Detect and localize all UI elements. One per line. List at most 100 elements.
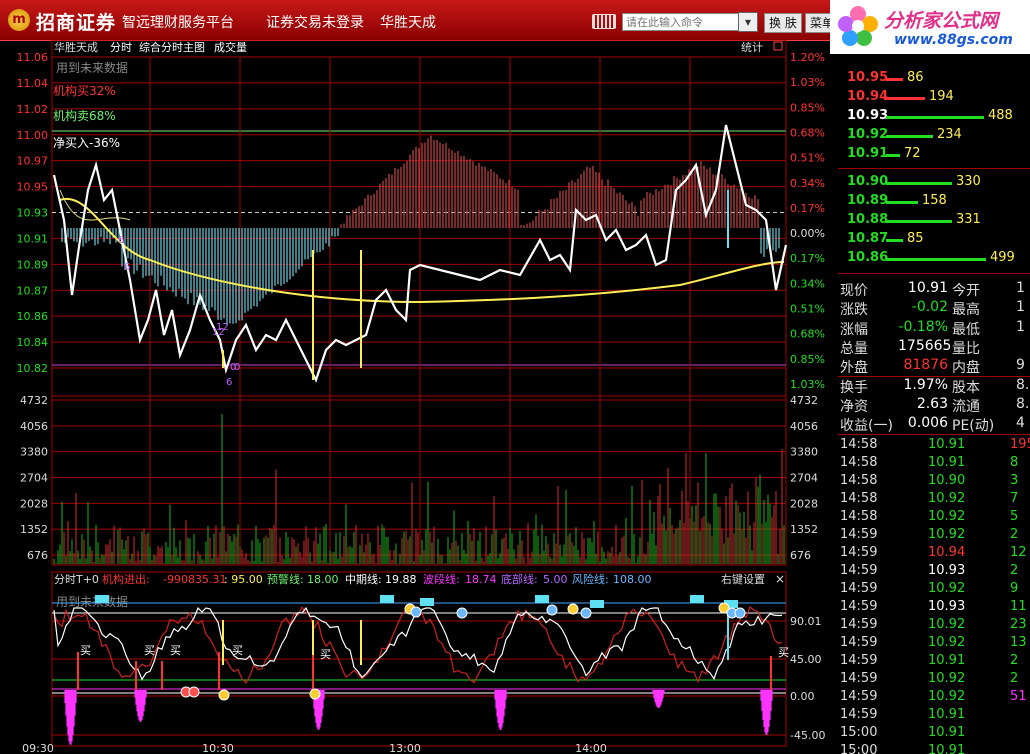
- quote-label: PE(动): [952, 418, 995, 434]
- right-click-settings-button[interactable]: 右键设置: [721, 572, 765, 586]
- indicator-tick-label: 45.00: [790, 653, 822, 666]
- price-tick-label: 11.04: [17, 77, 49, 90]
- tick-volume: 12: [1010, 545, 1027, 560]
- tick-price: 10.92: [928, 491, 966, 506]
- signal-ball-icon: [410, 606, 422, 618]
- tick-volume: 2: [1010, 527, 1019, 542]
- tick-row: 14:58 10.91 195: [838, 437, 1030, 456]
- pct-tick-label: 1.03%: [790, 76, 825, 89]
- warning-line-label: 预警线:: [267, 572, 304, 586]
- tab-combined-main[interactable]: 综合分时主图: [139, 40, 205, 54]
- buy-signal-label: 买: [80, 644, 91, 657]
- chart-stock-name: 华胜天成: [54, 40, 98, 54]
- tick-row: 14:59 10.92 23: [838, 617, 1030, 636]
- volume-tick-label-right: 1352: [790, 523, 818, 536]
- search-icon[interactable]: ▾: [738, 12, 758, 32]
- pct-tick-label: 1.20%: [790, 51, 825, 64]
- ask-volume-bar: [886, 116, 984, 119]
- stats-button[interactable]: 统计: [741, 41, 763, 54]
- tick-price: 10.92: [928, 671, 966, 686]
- tick-time: 14:59: [840, 563, 878, 578]
- tick-row: 14:58 10.92 7: [838, 491, 1030, 510]
- logo-icon: m: [8, 9, 30, 31]
- tick-row: 14:59 10.92 2: [838, 527, 1030, 546]
- tick-row: 14:59 10.93 2: [838, 563, 1030, 582]
- quote-row: 外盘 81876 内盘 9: [838, 357, 1030, 376]
- ask-price: 10.95: [847, 70, 889, 85]
- band-line-label: 波段线:: [423, 572, 460, 586]
- ask-volume-bar: [886, 78, 903, 81]
- quote-value: 9: [1016, 357, 1025, 373]
- price-tick-label: 10.97: [17, 155, 49, 168]
- tick-price: 10.93: [928, 563, 966, 578]
- time-tick-label: 09:30: [22, 742, 54, 754]
- stock-name-title: 华胜天成: [380, 15, 436, 31]
- tick-row: 14:59 10.91 2: [838, 653, 1030, 672]
- tick-row: 14:58 10.90 3: [838, 473, 1030, 492]
- quote-label: 量比: [952, 341, 980, 357]
- platform-name: 智远理财服务平台: [122, 15, 234, 31]
- tick-price: 10.92: [928, 527, 966, 542]
- price-marker-label: 12: [216, 322, 229, 333]
- volume-tick-label: 1352: [20, 523, 48, 536]
- indicator-tick-label: 0.00: [790, 690, 815, 703]
- switch-skin-button[interactable]: 换 肤: [764, 13, 802, 33]
- ask-row: 10.92 234: [838, 127, 1030, 146]
- price-tick-label: 11.06: [17, 51, 49, 64]
- ask-row: 10.93 488: [838, 108, 1030, 127]
- quote-label: 换手: [840, 380, 868, 396]
- tick-volume: 5: [1010, 509, 1019, 524]
- bid-price: 10.89: [847, 193, 889, 208]
- quote-value: 0.006: [907, 415, 948, 431]
- quote-value: 1: [1016, 319, 1025, 335]
- maximize-icon[interactable]: [773, 41, 783, 51]
- tick-time: 14:59: [840, 599, 878, 614]
- tick-price: 10.92: [928, 617, 966, 632]
- trade-login-link[interactable]: 证券交易未登录: [266, 12, 364, 32]
- pct-tick-label: 1.03%: [790, 378, 825, 391]
- signal-ball-icon: [567, 603, 579, 615]
- close-icon[interactable]: ×: [775, 572, 785, 586]
- quote-value: 1.97%: [903, 377, 948, 393]
- keyboard-icon[interactable]: [592, 14, 616, 29]
- tick-row: 14:58 10.92 5: [838, 509, 1030, 528]
- intraday-chart[interactable]: 华胜天成 分时 综合分时主图 成交量 统计 11.06 11.04 11.02 11.00 10.…: [0, 40, 838, 754]
- bid-volume-bar: [886, 220, 952, 223]
- quote-row: 涨跌 -0.02 最高 1: [838, 299, 1030, 318]
- promo-url[interactable]: www.88gs.com: [894, 32, 1013, 48]
- ask-volume: 194: [929, 89, 954, 104]
- quote-panel: 10.95 86 10.94 194 10.93 488 10.92 234 10.91 72 10…: [838, 54, 1030, 754]
- bid-price: 10.90: [847, 174, 889, 189]
- tick-price: 10.90: [928, 473, 966, 488]
- volume-tick-label-right: 4732: [790, 394, 818, 407]
- risk-line-label: 风险线:: [572, 572, 609, 586]
- quote-label: 流通: [952, 399, 980, 415]
- tick-price: 10.92: [928, 509, 966, 524]
- quote-value: 175665: [898, 338, 952, 354]
- indicator-future-data-note: 用到未来数据: [56, 594, 128, 609]
- ask-price: 10.93: [847, 108, 889, 123]
- quote-value: 81876: [903, 357, 948, 373]
- mid-line-value: 19.88: [385, 573, 417, 586]
- bid-price: 10.86: [847, 250, 889, 265]
- tick-time: 14:59: [840, 653, 878, 668]
- brand-name: 招商证券: [36, 12, 117, 34]
- tab-volume[interactable]: 成交量: [214, 40, 247, 54]
- quote-label: 涨跌: [840, 302, 868, 318]
- warning-line-value: 18.00: [307, 573, 339, 586]
- buy-signal-label: 买: [232, 644, 243, 657]
- ticks-divider: [838, 434, 1030, 435]
- quote-value: 2.63: [916, 396, 948, 412]
- cyan-peak-bar: [590, 600, 604, 608]
- bid-row: 10.88 331: [838, 212, 1030, 231]
- quote-row: 净资 2.63 流通 8.: [838, 396, 1030, 415]
- volume-tick-label: 4732: [20, 394, 48, 407]
- quote-label: 内盘: [952, 360, 980, 376]
- tab-intraday[interactable]: 分时: [110, 41, 132, 54]
- tick-row: 15:00 10.91: [838, 725, 1030, 744]
- quote-value: 10.91: [907, 280, 948, 296]
- quote-label: 外盘: [840, 360, 868, 376]
- book-divider: [838, 168, 1030, 169]
- command-input[interactable]: [622, 13, 740, 31]
- tick-time: 14:59: [840, 635, 878, 650]
